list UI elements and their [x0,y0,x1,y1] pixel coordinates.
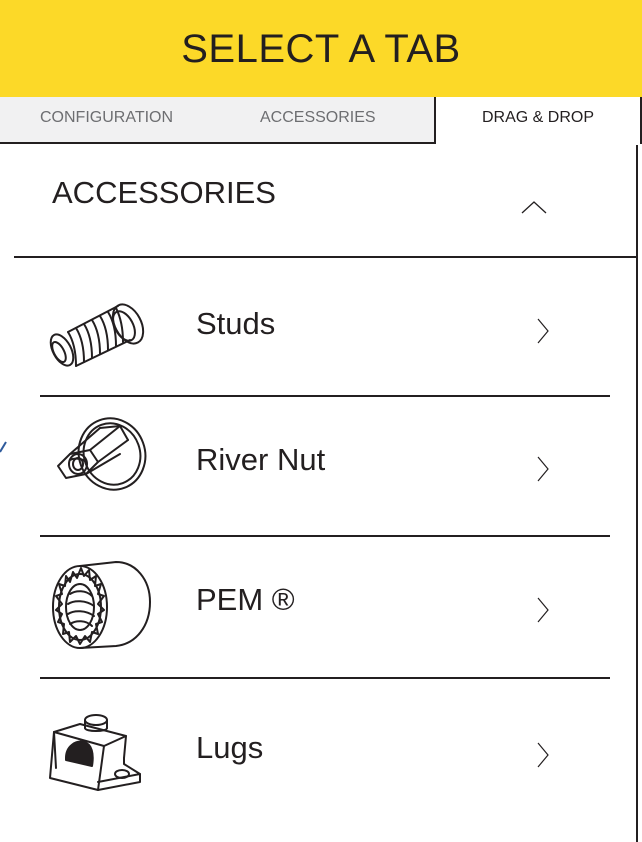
page-title: SELECT A TAB [181,27,461,71]
tab-configuration[interactable]: CONFIGURATION [40,97,173,142]
chevron-right-icon [537,597,549,623]
chevron-right-icon [537,742,549,768]
accessories-section-header[interactable]: ACCESSORIES [0,145,642,258]
stud-icon [49,303,145,367]
item-divider [40,535,610,537]
item-label-river-nut: River Nut [196,442,326,477]
section-divider [14,256,636,258]
edge-accent-mark [0,441,7,453]
tab-strip: CONFIGURATION ACCESSORIES [0,97,434,144]
pem-nut-icon [52,561,151,649]
tab-accessories[interactable]: ACCESSORIES [260,97,376,142]
item-label-pem: PEM ® [196,582,295,617]
chevron-right-icon [537,318,549,344]
item-label-studs: Studs [196,306,276,341]
list-item-studs[interactable]: Studs [40,262,610,397]
list-item-lugs[interactable]: Lugs [40,684,610,819]
item-divider [40,677,610,679]
chevron-up-icon[interactable] [520,199,548,215]
list-item-pem[interactable]: PEM ® [40,540,610,675]
rivet-nut-icon [57,417,147,491]
header-bar: SELECT A TAB [0,0,642,97]
tab-bar: CONFIGURATION ACCESSORIES DRAG & DROP [0,97,642,145]
item-label-lugs: Lugs [196,730,264,765]
chevron-right-icon [537,456,549,482]
tab-drag-and-drop[interactable]: DRAG & DROP [434,97,642,144]
item-divider [40,395,610,397]
list-item-river-nut[interactable]: River Nut [40,402,610,537]
lug-icon [49,714,141,791]
section-title: ACCESSORIES [52,175,276,210]
